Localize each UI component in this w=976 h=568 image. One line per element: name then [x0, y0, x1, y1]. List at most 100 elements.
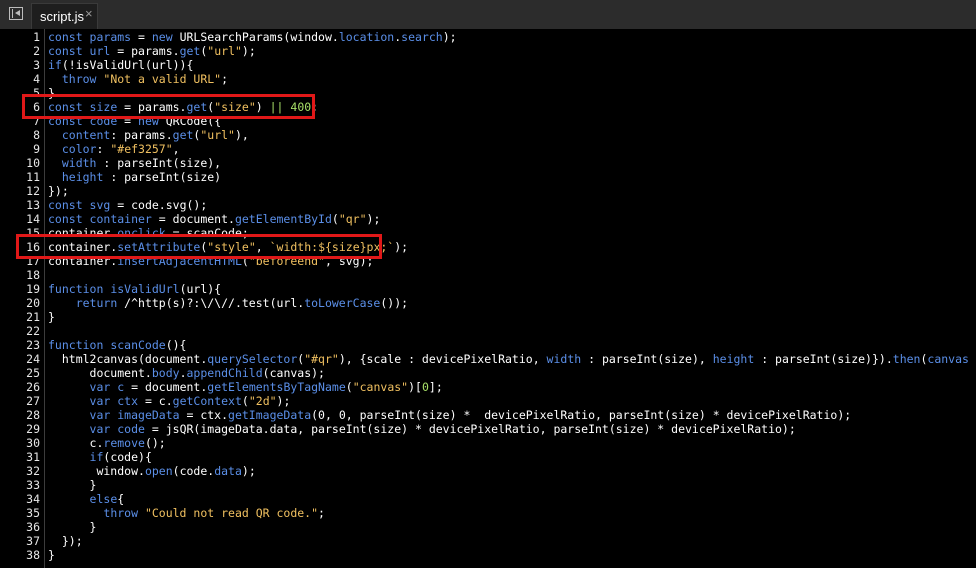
code-token: height — [712, 352, 755, 366]
code-line[interactable]: } — [48, 520, 97, 534]
code-line[interactable]: } — [48, 478, 97, 492]
code-line[interactable]: const params = new URLSearchParams(windo… — [48, 30, 457, 44]
line-number: 8 — [33, 128, 40, 142]
line-number: 29 — [26, 422, 40, 436]
code-line[interactable]: function isValidUrl(url){ — [48, 282, 221, 296]
code-line[interactable]: color: "#ef3257", — [48, 142, 180, 156]
code-token: => — [969, 352, 976, 366]
code-token: = c. — [138, 394, 173, 408]
code-token: ); — [366, 212, 381, 226]
code-token: body — [151, 366, 180, 380]
code-token: : params. — [110, 128, 173, 142]
code-token: ), {scale : devicePixelRatio, — [338, 352, 547, 366]
code-line[interactable]: return /^http(s)?:\/\//.test(url.toLower… — [48, 296, 408, 310]
code-line[interactable]: const container = document.getElementByI… — [48, 212, 380, 226]
code-line[interactable]: }); — [48, 184, 69, 198]
code-token: : parseInt(size), — [581, 352, 713, 366]
line-number: 26 — [26, 380, 40, 394]
code-token: color — [61, 142, 97, 156]
code-line[interactable]: var code = jsQR(imageData.data, parseInt… — [48, 422, 796, 436]
tab-script-js[interactable]: script.js × — [31, 3, 98, 29]
code-token: ); — [241, 464, 256, 478]
code-token: } — [48, 520, 97, 534]
code-token: : parseInt(size), — [96, 156, 222, 170]
line-number: 24 — [26, 352, 40, 366]
code-token: "Not a valid URL" — [103, 72, 222, 86]
code-line[interactable]: const svg = code.svg(); — [48, 198, 207, 212]
code-token: ( — [345, 380, 353, 394]
line-number: 18 — [26, 268, 40, 282]
code-line[interactable]: document.body.appendChild(canvas); — [48, 366, 325, 380]
code-token: var — [89, 408, 118, 422]
code-token: get — [179, 44, 201, 58]
code-token: c. — [48, 436, 104, 450]
code-token: } — [48, 478, 97, 492]
line-number: 13 — [26, 198, 40, 212]
code-token: var — [89, 394, 118, 408]
code-line[interactable]: width : parseInt(size), — [48, 156, 221, 170]
line-number: 21 — [26, 310, 40, 324]
code-line[interactable]: const url = params.get("url"); — [48, 44, 256, 58]
line-number: 22 — [26, 324, 40, 338]
code-line[interactable]: else{ — [48, 492, 125, 506]
code-line[interactable]: throw "Not a valid URL"; — [48, 72, 228, 86]
line-number: 11 — [26, 170, 40, 184]
code-line[interactable]: html2canvas(document.querySelector("#qr"… — [48, 352, 976, 366]
code-token: container — [89, 212, 152, 226]
code-token: querySelector — [207, 352, 298, 366]
code-line[interactable]: var ctx = c.getContext("2d"); — [48, 394, 291, 408]
code-token: new — [151, 30, 180, 44]
code-token: const — [48, 30, 90, 44]
code-token: const — [48, 212, 90, 226]
code-line[interactable]: var c = document.getElementsByTagName("c… — [48, 380, 443, 394]
highlight-box-line-6 — [22, 94, 315, 119]
line-number: 14 — [26, 212, 40, 226]
code-line[interactable]: throw "Could not read QR code."; — [48, 506, 325, 520]
line-number: 34 — [26, 492, 40, 506]
code-line[interactable]: if(code){ — [48, 450, 152, 464]
code-token: document. — [48, 366, 152, 380]
code-token: "2d" — [248, 394, 277, 408]
code-token: : parseInt(size) — [103, 170, 222, 184]
line-number: 10 — [26, 156, 40, 170]
code-token: const — [48, 198, 90, 212]
code-token: /^http(s)?:\/\//.test(url. — [124, 296, 305, 310]
code-token: (); — [144, 436, 166, 450]
code-token: 0 — [421, 380, 429, 394]
code-token: isValidUrl — [110, 282, 180, 296]
code-line[interactable]: c.remove(); — [48, 436, 166, 450]
code-line[interactable]: height : parseInt(size) — [48, 170, 221, 184]
code-token: ); — [241, 44, 256, 58]
code-line[interactable]: function scanCode(){ — [48, 338, 186, 352]
code-token: if — [48, 58, 62, 72]
line-number: 28 — [26, 408, 40, 422]
sidebar-toggle-icon[interactable] — [9, 7, 23, 20]
code-line[interactable]: var imageData = ctx.getImageData(0, 0, p… — [48, 408, 852, 422]
code-token: else — [89, 492, 118, 506]
line-number: 27 — [26, 394, 40, 408]
code-line[interactable]: }); — [48, 534, 83, 548]
code-line[interactable]: content: params.get("url"), — [48, 128, 249, 142]
code-token: svg — [89, 198, 111, 212]
code-token: = code.svg(); — [110, 198, 208, 212]
code-line[interactable]: } — [48, 310, 55, 324]
code-token: throw — [61, 72, 104, 86]
line-number: 30 — [26, 436, 40, 450]
line-number: 20 — [26, 296, 40, 310]
code-token: (0, 0, parseInt(size) * devicePixelRatio… — [311, 408, 852, 422]
code-token: getContext — [172, 394, 242, 408]
code-token: , — [172, 142, 180, 156]
code-line[interactable]: } — [48, 548, 55, 562]
close-icon[interactable]: × — [85, 6, 93, 21]
line-number: 23 — [26, 338, 40, 352]
code-line[interactable]: window.open(code.data); — [48, 464, 256, 478]
code-editor[interactable]: 1 2 3 4 5 6 7 8 9 10 11 12 13 14 15 16 17 18 19 20 21 22 23 24 2… — [0, 29, 976, 568]
code-token: "url" — [200, 128, 235, 142]
code-line[interactable]: if(!isValidUrl(url)){ — [48, 58, 193, 72]
code-token: : parseInt(size)}). — [754, 352, 893, 366]
code-token: "canvas" — [352, 380, 409, 394]
